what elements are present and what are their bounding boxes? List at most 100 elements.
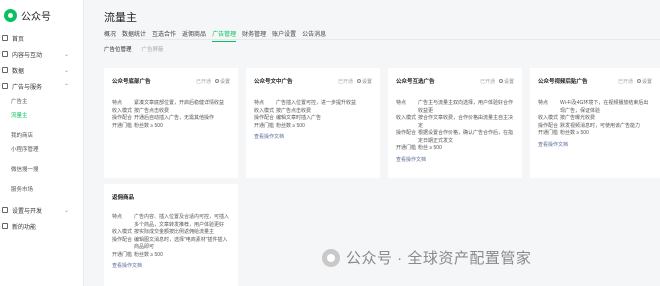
- watermark: 公众号 · 全球资产配置管家: [322, 247, 531, 268]
- settings-link[interactable]: 设置: [356, 78, 372, 85]
- row-value: 根据设置合作价格，确认广告合作后，在指定日期正式发文: [418, 130, 514, 144]
- docs-link[interactable]: 查看操作文档: [396, 156, 514, 163]
- status-badge: 已开通: [337, 78, 353, 85]
- subtab-bar: 广告位管理 广告屏蔽: [104, 45, 164, 53]
- tabs-divider: [104, 39, 660, 40]
- row-value: 广告插入位置可控，进一步提升收益: [276, 100, 357, 106]
- plus-icon: [2, 223, 8, 229]
- card-title: 公众号互选广告: [396, 79, 435, 85]
- sidebar-item-ads[interactable]: 广告与服务 ⌃: [0, 78, 83, 94]
- subtab-ad-block[interactable]: 广告屏蔽: [142, 45, 164, 53]
- gear-icon: [2, 207, 8, 213]
- settings-label: 设置: [503, 78, 514, 85]
- docs-link[interactable]: 查看操作文档: [538, 141, 652, 148]
- settings-link[interactable]: 设置: [498, 78, 514, 85]
- row-key: 操作配合: [254, 115, 275, 121]
- row-value: 粉丝数 ≥ 500: [134, 122, 163, 129]
- sidebar-subitem-search[interactable]: 微信搜一搜: [0, 162, 83, 176]
- tab-account[interactable]: 账户设置: [272, 29, 296, 42]
- row-key: 开通门槛: [254, 122, 275, 129]
- settings-link[interactable]: 设置: [636, 78, 652, 85]
- app-logo[interactable]: 公众号: [0, 0, 83, 30]
- tab-mutual[interactable]: 互选合作: [152, 29, 176, 42]
- row-key: 开通门槛: [396, 145, 417, 151]
- chevron-down-icon: ⌄: [63, 207, 69, 214]
- chevron-down-icon: ⌄: [63, 51, 69, 58]
- gear-icon: [636, 79, 641, 83]
- sidebar: 公众号 首页 内容与互动 ⌄ 数据 ⌄ 广告与服务 ⌃ 广告主 流量主 我的商店 小程…: [0, 0, 84, 286]
- sidebar-item-new[interactable]: 新的功能: [0, 218, 83, 234]
- subtab-ad-slots[interactable]: 广告位管理: [104, 45, 132, 53]
- app-name: 公众号: [21, 11, 51, 23]
- card-title: 返佣商品: [112, 195, 135, 201]
- row-key: 收入模式: [396, 115, 417, 121]
- row-value: 按广告曝光收费: [560, 115, 596, 121]
- chevron-down-icon: ⌄: [63, 67, 69, 74]
- card-title: 公众号视频后贴广告: [538, 79, 588, 85]
- status-badge: 已开通: [195, 78, 211, 85]
- row-value: 紧凑文章底部位置，开启后稳健详情收益: [134, 100, 225, 106]
- row-value: 默发视频消息时，可使用该广告能力: [560, 122, 641, 129]
- row-value: 按实际成交金额按比例返佣给流量主: [134, 229, 215, 235]
- ad-card-bottom: 公众号底部广告 已开通 设置 特点 紧凑文章底部位置，开启后稳健详情收益 收入模式…: [104, 68, 238, 178]
- sidebar-item-label: 新的功能: [12, 224, 37, 231]
- docs-link[interactable]: 查看操作文档: [254, 133, 372, 140]
- tab-commission[interactable]: 返佣商品: [182, 29, 206, 42]
- sidebar-subitem-advertiser[interactable]: 广告主: [0, 94, 83, 108]
- row-value: 按广告点击收费: [276, 107, 312, 114]
- sidebar-item-settings[interactable]: 设置与开发 ⌄: [0, 202, 83, 218]
- ad-card-commission: 返佣商品 特点 广告内容、插入位置及合适内可控，可插入多个商品，文章转发推荐，用户…: [104, 184, 238, 286]
- wechat-logo-icon: [4, 8, 17, 22]
- chevron-up-icon: ⌃: [63, 83, 69, 90]
- sidebar-item-label: 数据: [12, 68, 25, 75]
- page-title: 流量主: [104, 12, 137, 24]
- sidebar-subitem-publisher[interactable]: 流量主: [0, 108, 83, 122]
- docs-link[interactable]: 查看操作文档: [112, 262, 230, 269]
- settings-link[interactable]: 设置: [214, 78, 230, 85]
- sidebar-subitem-shop[interactable]: 我的商店: [0, 128, 83, 142]
- card-title: 公众号底部广告: [112, 79, 151, 85]
- ad-card-in-article: 公众号文中广告 已开通 设置 特点 广告插入位置可控，进一步提升收益 收入模式 按广…: [246, 68, 380, 178]
- sidebar-item-data[interactable]: 数据 ⌄: [0, 62, 83, 78]
- row-key: 操作配合: [538, 122, 559, 129]
- status-badge: 已开通: [479, 78, 495, 85]
- gear-icon: [214, 79, 219, 83]
- row-key: 操作配合: [112, 115, 133, 121]
- tab-stats[interactable]: 数据统计: [122, 29, 146, 42]
- sidebar-subitem-market[interactable]: 服务市场: [0, 182, 83, 196]
- ad-card-video: 公众号视频后贴广告 已开通 设置 特点 Wi-Fi及4G环境下，在视频播放结束后出…: [530, 68, 660, 178]
- sidebar-item-label: 广告与服务: [12, 84, 43, 91]
- row-value: 粉丝数 ≥ 500: [276, 122, 305, 129]
- row-key: 特点: [254, 100, 265, 106]
- row-key: 收入模式: [538, 115, 559, 121]
- row-key: 收入模式: [112, 229, 133, 235]
- gear-icon: [498, 79, 503, 83]
- row-value: 粉丝数 ≥ 500: [560, 130, 589, 136]
- sidebar-item-content[interactable]: 内容与互动 ⌄: [0, 46, 83, 62]
- gear-icon: [356, 79, 361, 83]
- sidebar-subitem-miniprogram[interactable]: 小程序管理: [0, 142, 83, 156]
- settings-label: 设置: [219, 78, 230, 85]
- tab-announcements[interactable]: 公告消息: [302, 29, 326, 42]
- settings-label: 设置: [641, 78, 652, 85]
- sidebar-item-home[interactable]: 首页: [0, 30, 83, 46]
- tab-finance[interactable]: 财务管理: [242, 29, 266, 42]
- row-key: 开通门槛: [112, 122, 133, 129]
- sidebar-item-label: 设置与开发: [12, 208, 43, 215]
- row-value: Wi-Fi及4G环境下，在视频播放结束后出现广告，保证体验: [560, 100, 649, 114]
- row-key: 特点: [538, 100, 549, 106]
- row-value: 粉丝数 ≥ 500: [134, 251, 163, 258]
- row-value: 编辑文章时插入广告: [276, 115, 322, 121]
- row-key: 操作配合: [112, 236, 133, 243]
- row-value: 广告内容、插入位置及合适内可控，可插入多个商品，文章转发推荐，用户体验更好: [134, 214, 230, 228]
- row-key: 收入模式: [112, 107, 133, 114]
- settings-label: 设置: [361, 78, 372, 85]
- row-value: 开通后自动插入广告，无需其他操作: [134, 115, 215, 121]
- row-key: 收入模式: [254, 107, 275, 114]
- ad-card-mutual: 公众号互选广告 已开通 设置 特点 广告主与流量主双向选择，用户体验好合作收益更 …: [388, 68, 522, 178]
- row-value: 广告主与流量主双向选择，用户体验好合作收益更: [418, 100, 514, 114]
- tab-overview[interactable]: 概况: [104, 29, 116, 42]
- tab-ad-management[interactable]: 广告管理: [212, 29, 237, 42]
- row-key: 特点: [396, 100, 407, 106]
- row-key: 特点: [112, 100, 123, 106]
